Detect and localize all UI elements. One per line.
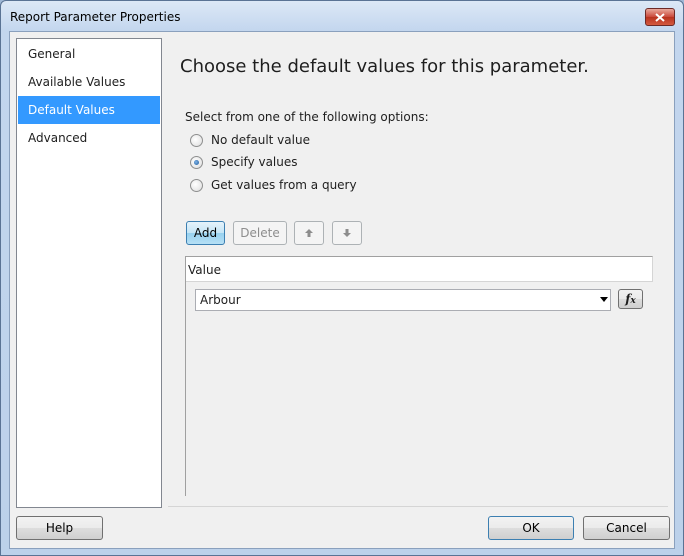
title-bar[interactable]: Report Parameter Properties <box>1 1 683 31</box>
radio-no-default-value[interactable]: No default value <box>190 132 310 148</box>
help-button[interactable]: Help <box>16 516 103 540</box>
nav-item-available-values[interactable]: Available Values <box>18 68 160 96</box>
default-values-grid: Value Arbour fx <box>185 256 653 496</box>
close-icon <box>655 12 665 22</box>
value-combobox[interactable]: Arbour <box>195 289 611 311</box>
nav-item-label: Default Values <box>28 103 115 117</box>
radio-get-values-from-query[interactable]: Get values from a query <box>190 177 357 193</box>
add-button[interactable]: Add <box>186 221 225 245</box>
move-up-button[interactable] <box>294 221 324 245</box>
dialog-client-area: General Available Values Default Values … <box>9 31 675 549</box>
move-down-button[interactable] <box>332 221 362 245</box>
dialog-window: Report Parameter Properties General Avai… <box>0 0 684 556</box>
delete-button[interactable]: Delete <box>233 221 287 245</box>
cancel-button[interactable]: Cancel <box>583 516 670 540</box>
radio-button[interactable] <box>190 178 203 192</box>
radio-specify-values[interactable]: Specify values <box>190 154 298 170</box>
arrow-down-icon <box>343 229 351 237</box>
nav-item-label: Available Values <box>28 75 126 89</box>
footer-separator <box>168 506 668 507</box>
radio-button[interactable] <box>190 155 203 169</box>
close-button[interactable] <box>645 8 675 26</box>
radio-selected-dot <box>194 159 199 165</box>
radio-label: No default value <box>211 133 310 147</box>
expression-button[interactable]: fx <box>618 289 643 309</box>
radio-label: Get values from a query <box>211 178 357 192</box>
grid-column-header: Value <box>186 256 653 282</box>
options-label: Select from one of the following options… <box>185 110 429 124</box>
nav-item-default-values[interactable]: Default Values <box>18 96 160 124</box>
radio-button[interactable] <box>190 133 203 147</box>
nav-item-general[interactable]: General <box>18 40 160 68</box>
nav-pane: General Available Values Default Values … <box>16 38 162 508</box>
radio-label: Specify values <box>211 155 298 169</box>
page-title: Choose the default values for this param… <box>180 56 589 77</box>
arrow-up-icon <box>305 229 313 237</box>
nav-item-advanced[interactable]: Advanced <box>18 124 160 152</box>
window-title: Report Parameter Properties <box>10 10 181 24</box>
value-combobox-text: Arbour <box>200 293 241 307</box>
nav-item-label: General <box>28 47 76 61</box>
nav-item-label: Advanced <box>28 131 88 145</box>
ok-button[interactable]: OK <box>488 516 574 540</box>
chevron-down-icon[interactable] <box>600 297 608 302</box>
